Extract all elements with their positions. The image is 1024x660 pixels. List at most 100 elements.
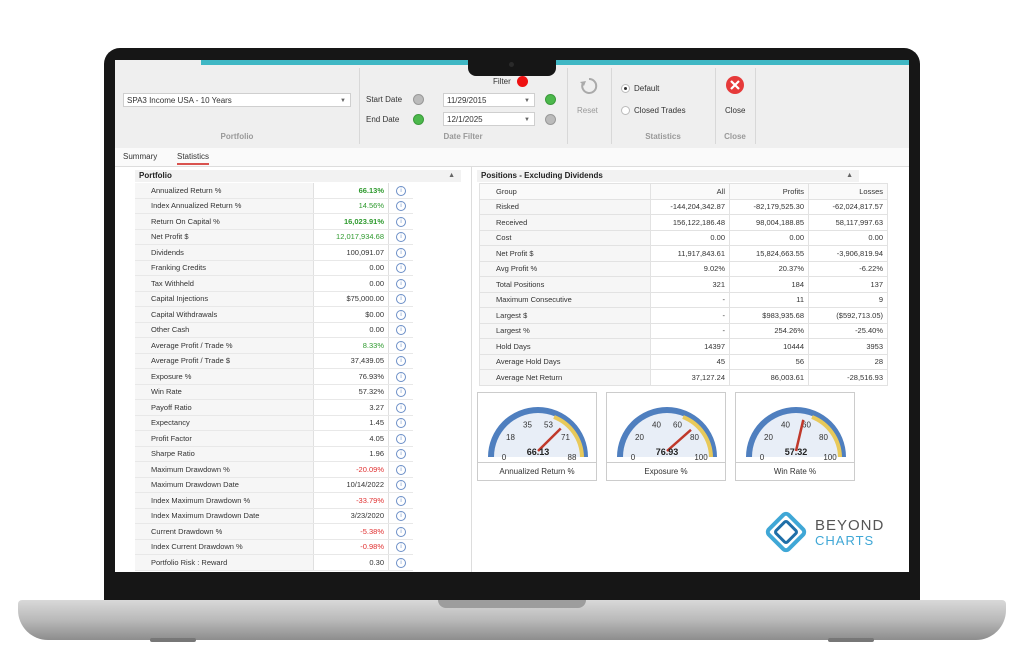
end-date-apply-icon[interactable] xyxy=(413,114,424,125)
info-icon[interactable]: i xyxy=(396,371,406,382)
closed-trades-radio[interactable] xyxy=(621,106,630,115)
info-icon[interactable]: i xyxy=(396,247,406,258)
table-row[interactable]: Index Annualized Return % 14.56% i xyxy=(135,198,413,214)
gauge-dial: 0 18 35 53 71 88 66.13 xyxy=(488,407,588,462)
table-row[interactable]: Maximum Consecutive -11 9 xyxy=(479,291,888,308)
gauge-tick-label: 18 xyxy=(506,433,515,442)
info-icon[interactable]: i xyxy=(396,449,406,460)
info-icon[interactable]: i xyxy=(396,201,406,212)
table-row[interactable]: Net Profit $11,917,843.61 15,824,663.55 -3… xyxy=(479,245,888,262)
table-row[interactable]: Net Profit $12,017,934.68 i xyxy=(135,229,413,245)
table-row[interactable]: Annualized Return % 66.13% i xyxy=(135,183,413,199)
info-icon[interactable]: i xyxy=(396,526,406,537)
info-icon[interactable]: i xyxy=(396,216,406,227)
table-row[interactable]: Other Cash 0.00 i xyxy=(135,322,413,338)
reset-icon[interactable] xyxy=(579,76,599,96)
info-cell: i xyxy=(388,477,413,493)
info-icon[interactable]: i xyxy=(396,387,406,398)
table-row[interactable]: Win Rate 57.32% i xyxy=(135,384,413,400)
row-label: Received xyxy=(479,214,651,231)
tab-summary[interactable]: Summary xyxy=(123,152,157,161)
start-date-field[interactable]: 11/29/2015 ▼ xyxy=(443,93,535,107)
table-row[interactable]: Largest % -254.26% -25.40% xyxy=(479,322,888,339)
close-icon[interactable] xyxy=(725,75,745,95)
table-row[interactable]: Largest $ - $983,935.68 ($592,713.05) xyxy=(479,307,888,324)
info-icon[interactable]: i xyxy=(396,542,406,553)
tab-statistics[interactable]: Statistics xyxy=(177,152,210,165)
info-icon[interactable]: i xyxy=(396,232,406,243)
table-cell: 86,003.61 xyxy=(729,369,809,386)
stat-name: Capital Withdrawals xyxy=(135,306,314,323)
table-row[interactable]: Average Hold Days 45 56 28 xyxy=(479,353,888,370)
table-row[interactable]: Received 156,122,186.48 98,004,188.85 58,11… xyxy=(479,214,888,231)
info-icon[interactable]: i xyxy=(396,480,406,491)
info-icon[interactable]: i xyxy=(396,340,406,351)
stat-value: -0.98% xyxy=(313,539,389,555)
collapse-icon[interactable]: ▲ xyxy=(448,170,455,182)
column-header[interactable]: All xyxy=(650,183,730,200)
info-icon[interactable]: i xyxy=(396,464,406,475)
stat-name: Tax Withheld xyxy=(135,275,314,292)
column-header[interactable]: Profits xyxy=(729,183,809,200)
info-icon[interactable]: i xyxy=(396,418,406,429)
info-icon[interactable]: i xyxy=(396,433,406,444)
table-row[interactable]: Index Current Drawdown % -0.98% i xyxy=(135,539,413,555)
filter-indicator-icon[interactable] xyxy=(517,76,528,87)
table-row[interactable]: Tax Withheld 0.00 i xyxy=(135,275,413,292)
table-row[interactable]: Index Maximum Drawdown % -33.79% i xyxy=(135,492,413,509)
table-row[interactable]: Current Drawdown % -5.38% i xyxy=(135,523,413,540)
table-row[interactable]: Maximum Drawdown Date 10/14/2022 i xyxy=(135,477,413,493)
info-icon[interactable]: i xyxy=(396,402,406,413)
table-row[interactable]: Sharpe Ratio 1.96 i xyxy=(135,446,413,462)
table-row[interactable]: Avg Profit % 9.02% 20.37% -6.22% xyxy=(479,260,888,277)
table-cell: 11 xyxy=(729,291,809,308)
table-row[interactable]: Index Maximum Drawdown Date 3/23/2020 i xyxy=(135,508,413,524)
stat-value: -33.79% xyxy=(313,492,389,509)
start-date-clear-icon[interactable] xyxy=(413,94,424,105)
chevron-down-icon: ▼ xyxy=(524,117,530,123)
table-row[interactable]: Payoff Ratio 3.27 i xyxy=(135,399,413,416)
info-icon[interactable]: i xyxy=(396,294,406,305)
info-icon[interactable]: i xyxy=(396,263,406,274)
info-icon[interactable]: i xyxy=(396,557,406,568)
info-cell: i xyxy=(388,508,413,524)
table-row[interactable]: Average Profit / Trade % 8.33% i xyxy=(135,337,413,354)
table-row[interactable]: Hold Days 14397 10444 3953 xyxy=(479,338,888,355)
start-date-apply-icon[interactable] xyxy=(545,94,556,105)
info-icon[interactable]: i xyxy=(396,309,406,320)
table-row[interactable]: Capital Injections $75,000.00 i xyxy=(135,291,413,307)
stat-name: Index Annualized Return % xyxy=(135,198,314,214)
table-row[interactable]: Return On Capital % 16,023.91% i xyxy=(135,213,413,230)
table-row[interactable]: Maximum Drawdown % -20.09% i xyxy=(135,461,413,478)
portfolio-select[interactable]: SPA3 Income USA - 10 Years ▼ xyxy=(123,93,351,107)
reset-button[interactable]: Reset xyxy=(577,106,598,115)
info-icon[interactable]: i xyxy=(396,356,406,367)
info-icon[interactable]: i xyxy=(396,511,406,522)
info-icon[interactable]: i xyxy=(396,495,406,506)
column-header[interactable]: Losses xyxy=(808,183,888,200)
end-date-clear-icon[interactable] xyxy=(545,114,556,125)
close-button[interactable]: Close xyxy=(725,106,745,115)
table-cell: 184 xyxy=(729,276,809,293)
table-row[interactable]: Risked -144,204,342.87 -82,179,525.30 -62,0… xyxy=(479,198,888,215)
table-row[interactable]: Average Profit / Trade $37,439.05 i xyxy=(135,353,413,369)
table-row[interactable]: Dividends 100,091.07 i xyxy=(135,244,413,261)
stat-value: 66.13% xyxy=(313,183,389,199)
collapse-icon[interactable]: ▲ xyxy=(846,170,853,182)
table-row[interactable]: Cost 0.00 0.00 0.00 xyxy=(479,229,888,246)
info-icon[interactable]: i xyxy=(396,278,406,289)
info-icon[interactable]: i xyxy=(396,325,406,336)
table-row[interactable]: Average Net Return 37,127.24 86,003.61 -28,… xyxy=(479,369,888,386)
info-icon[interactable]: i xyxy=(396,185,406,196)
end-date-field[interactable]: 12/1/2025 ▼ xyxy=(443,112,535,126)
column-header[interactable]: Group xyxy=(479,183,651,200)
table-row[interactable]: Franking Credits 0.00 i xyxy=(135,260,413,276)
table-row[interactable]: Profit Factor 4.05 i xyxy=(135,430,413,447)
stat-name: Sharpe Ratio xyxy=(135,446,314,462)
table-row[interactable]: Capital Withdrawals $0.00 i xyxy=(135,306,413,323)
table-row[interactable]: Exposure % 76.93% i xyxy=(135,368,413,385)
table-row[interactable]: Expectancy 1.45 i xyxy=(135,415,413,431)
table-row[interactable]: Portfolio Risk : Reward 0.30 i xyxy=(135,554,413,571)
stat-name: Index Maximum Drawdown Date xyxy=(135,508,314,524)
table-row[interactable]: Total Positions 321 184 137 xyxy=(479,276,888,293)
